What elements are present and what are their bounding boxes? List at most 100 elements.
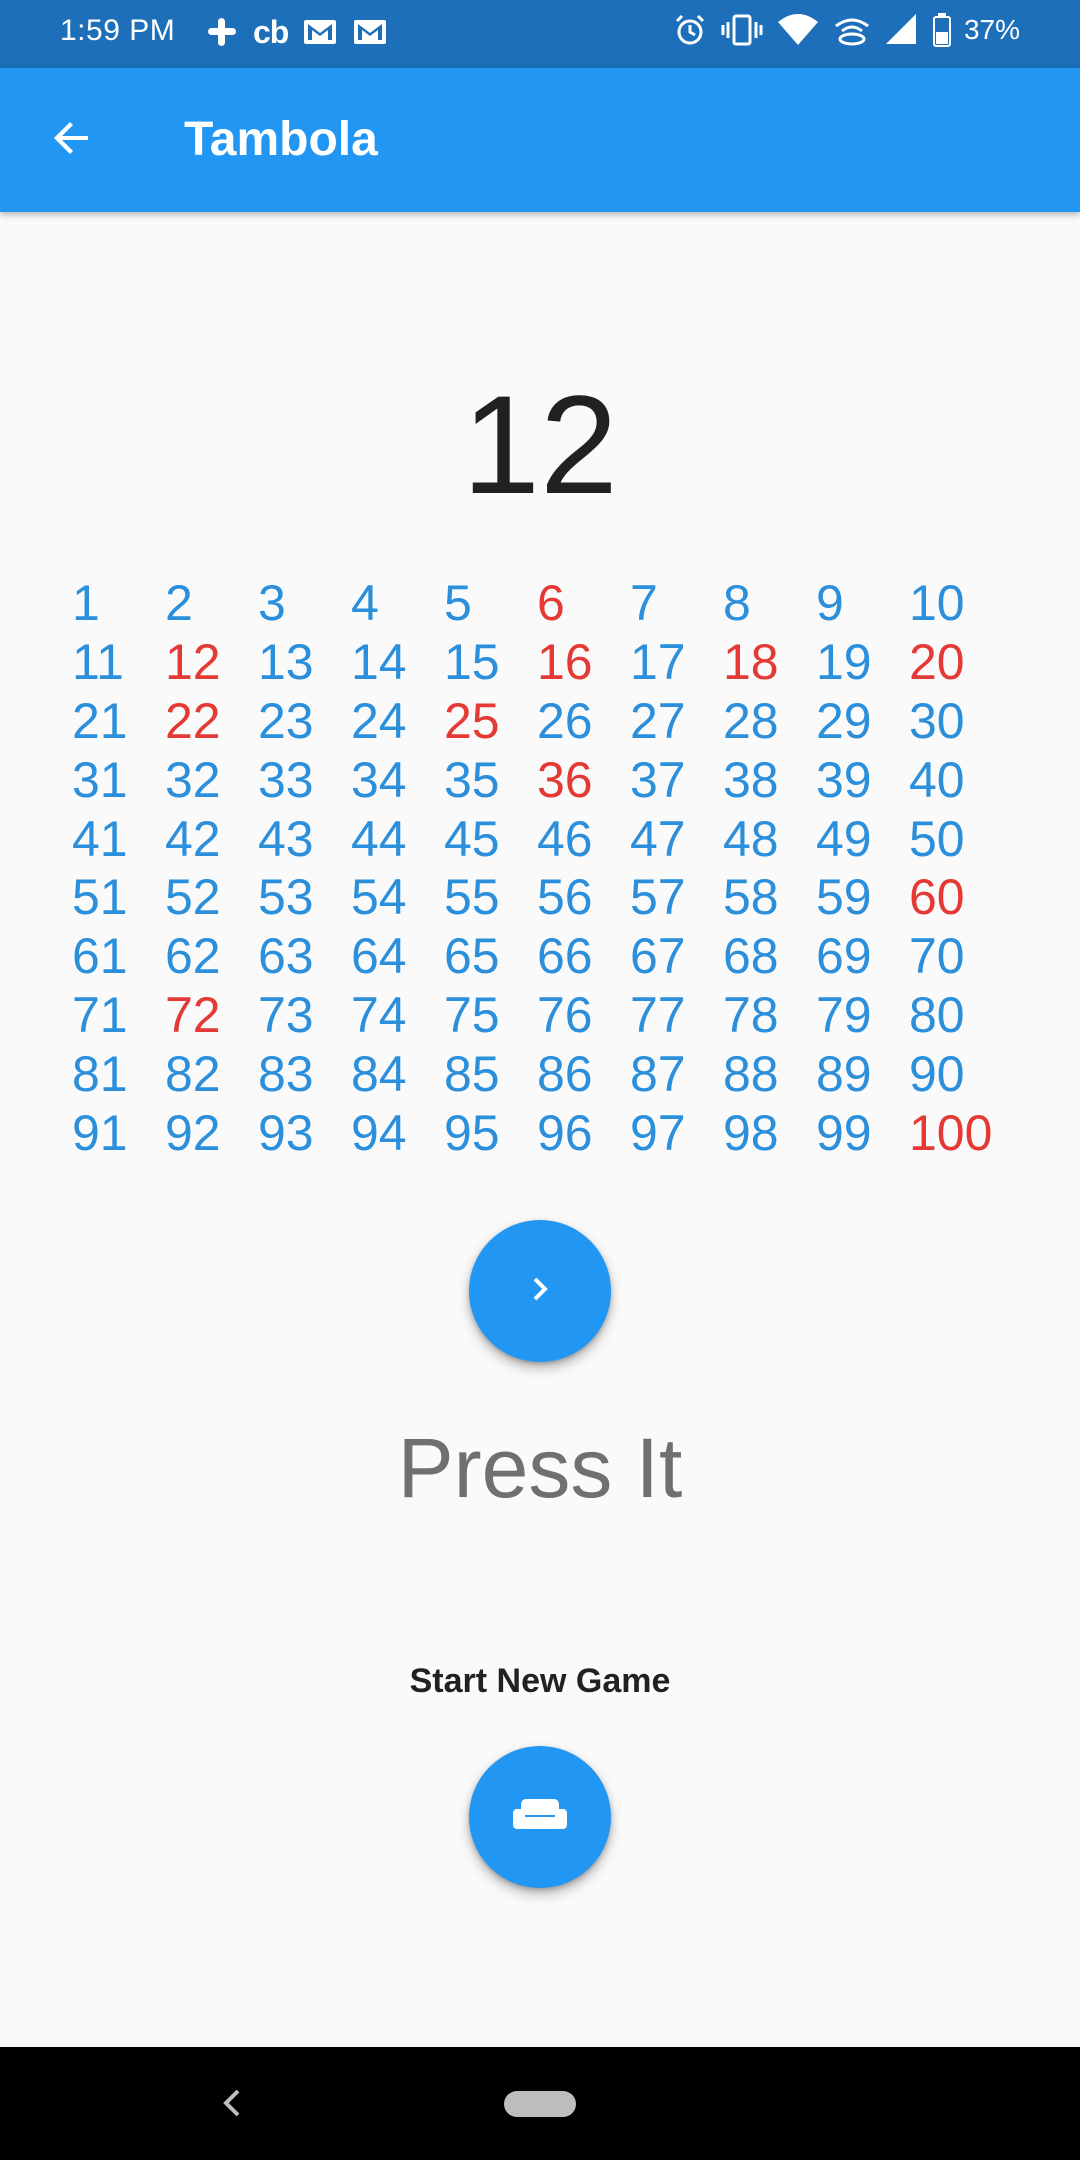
board-number: 53 — [258, 869, 314, 926]
battery-percent: 37% — [963, 14, 1020, 45]
board-number: 71 — [72, 986, 128, 1043]
number-board: 1 2 3 4 5 6 7 8 9 10 11 12 13 14 15 16 17 18 19 20 21 22 23 24 2… — [72, 574, 1032, 1162]
wifi-icon — [776, 12, 820, 48]
board-number: 10 — [909, 575, 965, 632]
board-number: 76 — [537, 986, 593, 1043]
board-number: 58 — [723, 869, 779, 926]
board-row: 71 72 73 74 75 76 77 78 79 80 — [72, 986, 1032, 1045]
board-number: 43 — [258, 810, 314, 867]
board-number: 14 — [351, 634, 407, 691]
system-icons: 37% — [672, 12, 1020, 48]
board-number: 65 — [444, 928, 500, 985]
called-number: 100 — [909, 1104, 993, 1161]
board-number: 88 — [723, 1045, 779, 1102]
board-number: 52 — [165, 869, 221, 926]
board-number: 5 — [444, 575, 472, 632]
board-number: 28 — [723, 692, 779, 749]
chevron-right-icon — [525, 1274, 555, 1309]
board-number: 73 — [258, 986, 314, 1043]
board-number: 68 — [723, 928, 779, 985]
board-number: 54 — [351, 869, 407, 926]
board-number: 38 — [723, 751, 779, 808]
called-number: 20 — [909, 634, 965, 691]
board-number: 87 — [630, 1045, 686, 1102]
board-number: 30 — [909, 692, 965, 749]
slack-icon — [205, 15, 239, 49]
board-number: 7 — [630, 575, 658, 632]
board-number: 90 — [909, 1045, 965, 1102]
board-number: 77 — [630, 986, 686, 1043]
board-number: 23 — [258, 692, 314, 749]
board-number: 3 — [258, 575, 286, 632]
board-number: 4 — [351, 575, 379, 632]
board-number: 63 — [258, 928, 314, 985]
hotspot-icon — [832, 12, 872, 48]
board-number: 55 — [444, 869, 500, 926]
board-row: 41 42 43 44 45 46 47 48 49 50 — [72, 809, 1032, 868]
board-number: 15 — [444, 634, 500, 691]
start-new-game-button[interactable] — [469, 1746, 611, 1888]
board-number: 39 — [816, 751, 872, 808]
board-number: 67 — [630, 928, 686, 985]
cb-icon: cb — [253, 14, 289, 50]
back-button[interactable] — [38, 106, 106, 174]
board-number: 26 — [537, 692, 593, 749]
battery-icon — [932, 12, 952, 48]
board-row: 11 12 13 14 15 16 17 18 19 20 — [72, 633, 1032, 692]
board-number: 19 — [816, 634, 872, 691]
alarm-icon — [672, 12, 708, 48]
nav-back-button[interactable] — [214, 2083, 250, 2128]
arrow-back-icon — [48, 114, 96, 167]
board-number: 81 — [72, 1045, 128, 1102]
status-bar: 1:59 PM cb 37% — [0, 0, 1080, 68]
vibrate-icon — [720, 12, 764, 48]
notification-icons: cb — [205, 14, 388, 50]
board-number: 8 — [723, 575, 751, 632]
nav-home-button[interactable] — [504, 2091, 576, 2117]
board-number: 79 — [816, 986, 872, 1043]
called-number: 60 — [909, 869, 965, 926]
board-number: 9 — [816, 575, 844, 632]
board-number: 75 — [444, 986, 500, 1043]
board-number: 89 — [816, 1045, 872, 1102]
board-row: 21 22 23 24 25 26 27 28 29 30 — [72, 692, 1032, 751]
board-number: 92 — [165, 1104, 221, 1161]
board-number: 93 — [258, 1104, 314, 1161]
board-number: 57 — [630, 869, 686, 926]
board-number: 70 — [909, 928, 965, 985]
board-number: 56 — [537, 869, 593, 926]
board-row: 31 32 33 34 35 36 37 38 39 40 — [72, 750, 1032, 809]
board-number: 35 — [444, 751, 500, 808]
board-number: 66 — [537, 928, 593, 985]
board-number: 99 — [816, 1104, 872, 1161]
board-number: 61 — [72, 928, 128, 985]
board-number: 50 — [909, 810, 965, 867]
board-number: 94 — [351, 1104, 407, 1161]
board-row: 1 2 3 4 5 6 7 8 9 10 — [72, 574, 1032, 633]
called-number: 6 — [537, 575, 565, 632]
called-number: 22 — [165, 692, 221, 749]
board-number: 83 — [258, 1045, 314, 1102]
navigation-bar — [0, 2047, 1080, 2160]
board-number: 59 — [816, 869, 872, 926]
board-number: 21 — [72, 692, 128, 749]
called-number: 16 — [537, 634, 593, 691]
called-number: 12 — [165, 634, 221, 691]
called-number: 72 — [165, 986, 221, 1043]
board-number: 13 — [258, 634, 314, 691]
board-number: 29 — [816, 692, 872, 749]
board-number: 82 — [165, 1045, 221, 1102]
board-number: 46 — [537, 810, 593, 867]
board-number: 47 — [630, 810, 686, 867]
board-number: 37 — [630, 751, 686, 808]
board-number: 91 — [72, 1104, 128, 1161]
gmail-icon — [352, 17, 388, 47]
board-number: 2 — [165, 575, 193, 632]
next-number-button[interactable] — [469, 1220, 611, 1362]
board-number: 33 — [258, 751, 314, 808]
board-number: 96 — [537, 1104, 593, 1161]
board-number: 17 — [630, 634, 686, 691]
board-number: 11 — [72, 634, 124, 691]
app-bar: Tambola — [0, 68, 1080, 212]
board-row: 91 92 93 94 95 96 97 98 99 100 — [72, 1103, 1032, 1162]
